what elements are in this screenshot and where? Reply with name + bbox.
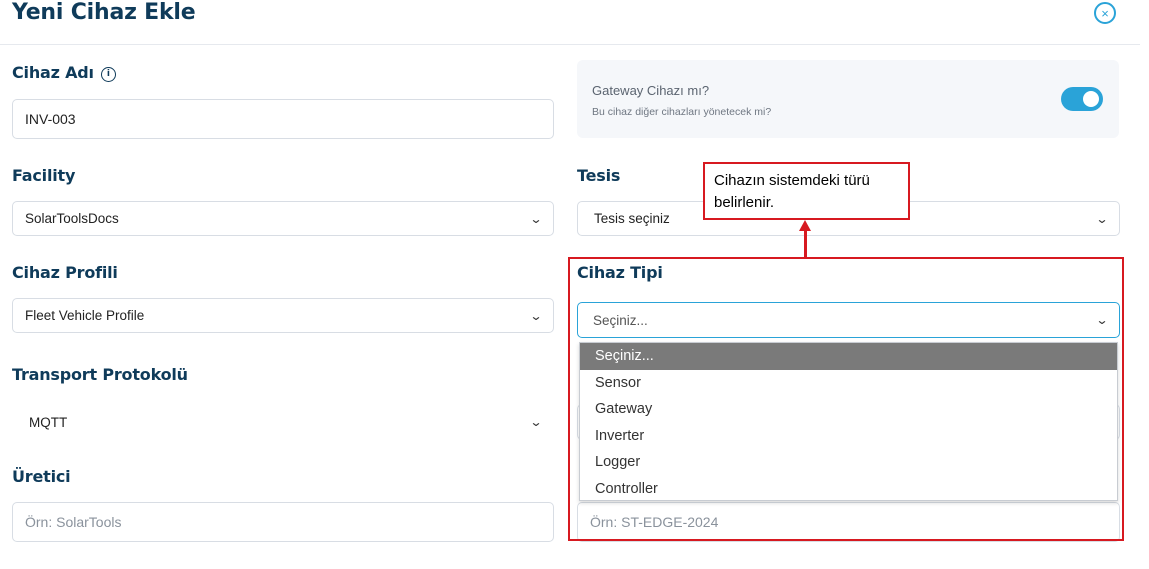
transport-protocol-select[interactable]: MQTT ⌄ bbox=[12, 404, 554, 440]
gateway-subtitle: Bu cihaz diğer cihazları yönetecek mi? bbox=[592, 106, 772, 118]
chevron-down-icon: ⌄ bbox=[529, 211, 543, 226]
transport-protocol-label: Transport Protokolü bbox=[12, 365, 188, 384]
device-profile-label: Cihaz Profili bbox=[12, 263, 118, 282]
chevron-down-icon: ⌄ bbox=[1095, 211, 1109, 226]
facility-label: Facility bbox=[12, 166, 76, 185]
close-icon: × bbox=[1101, 5, 1109, 21]
gateway-title: Gateway Cihazı mı? bbox=[592, 83, 710, 98]
close-button[interactable]: × bbox=[1094, 2, 1116, 24]
header-divider bbox=[0, 44, 1140, 45]
device-profile-select[interactable]: Fleet Vehicle Profile ⌄ bbox=[12, 298, 554, 333]
gateway-toggle[interactable] bbox=[1061, 87, 1103, 111]
gateway-toggle-panel: Gateway Cihazı mı? Bu cihaz diğer cihazl… bbox=[577, 60, 1119, 138]
annotation-highlight-box bbox=[568, 257, 1124, 541]
annotation-arrow bbox=[804, 228, 807, 258]
page-title: Yeni Cihaz Ekle bbox=[12, 0, 196, 25]
chevron-down-icon: ⌄ bbox=[529, 308, 543, 323]
toggle-knob bbox=[1083, 91, 1099, 107]
annotation-arrow-head bbox=[799, 220, 811, 231]
device-name-input[interactable]: INV-003 bbox=[12, 99, 554, 139]
annotation-callout: Cihazın sistemdeki türü belirlenir. bbox=[703, 162, 910, 220]
chevron-down-icon: ⌄ bbox=[529, 415, 543, 429]
info-icon[interactable]: i bbox=[100, 66, 116, 82]
manufacturer-input[interactable]: Örn: SolarTools bbox=[12, 502, 554, 542]
facility-select[interactable]: SolarToolsDocs ⌄ bbox=[12, 201, 554, 236]
tesis-label: Tesis bbox=[577, 166, 621, 185]
device-name-label: Cihaz Adı i bbox=[12, 63, 116, 82]
manufacturer-label: Üretici bbox=[12, 467, 71, 486]
